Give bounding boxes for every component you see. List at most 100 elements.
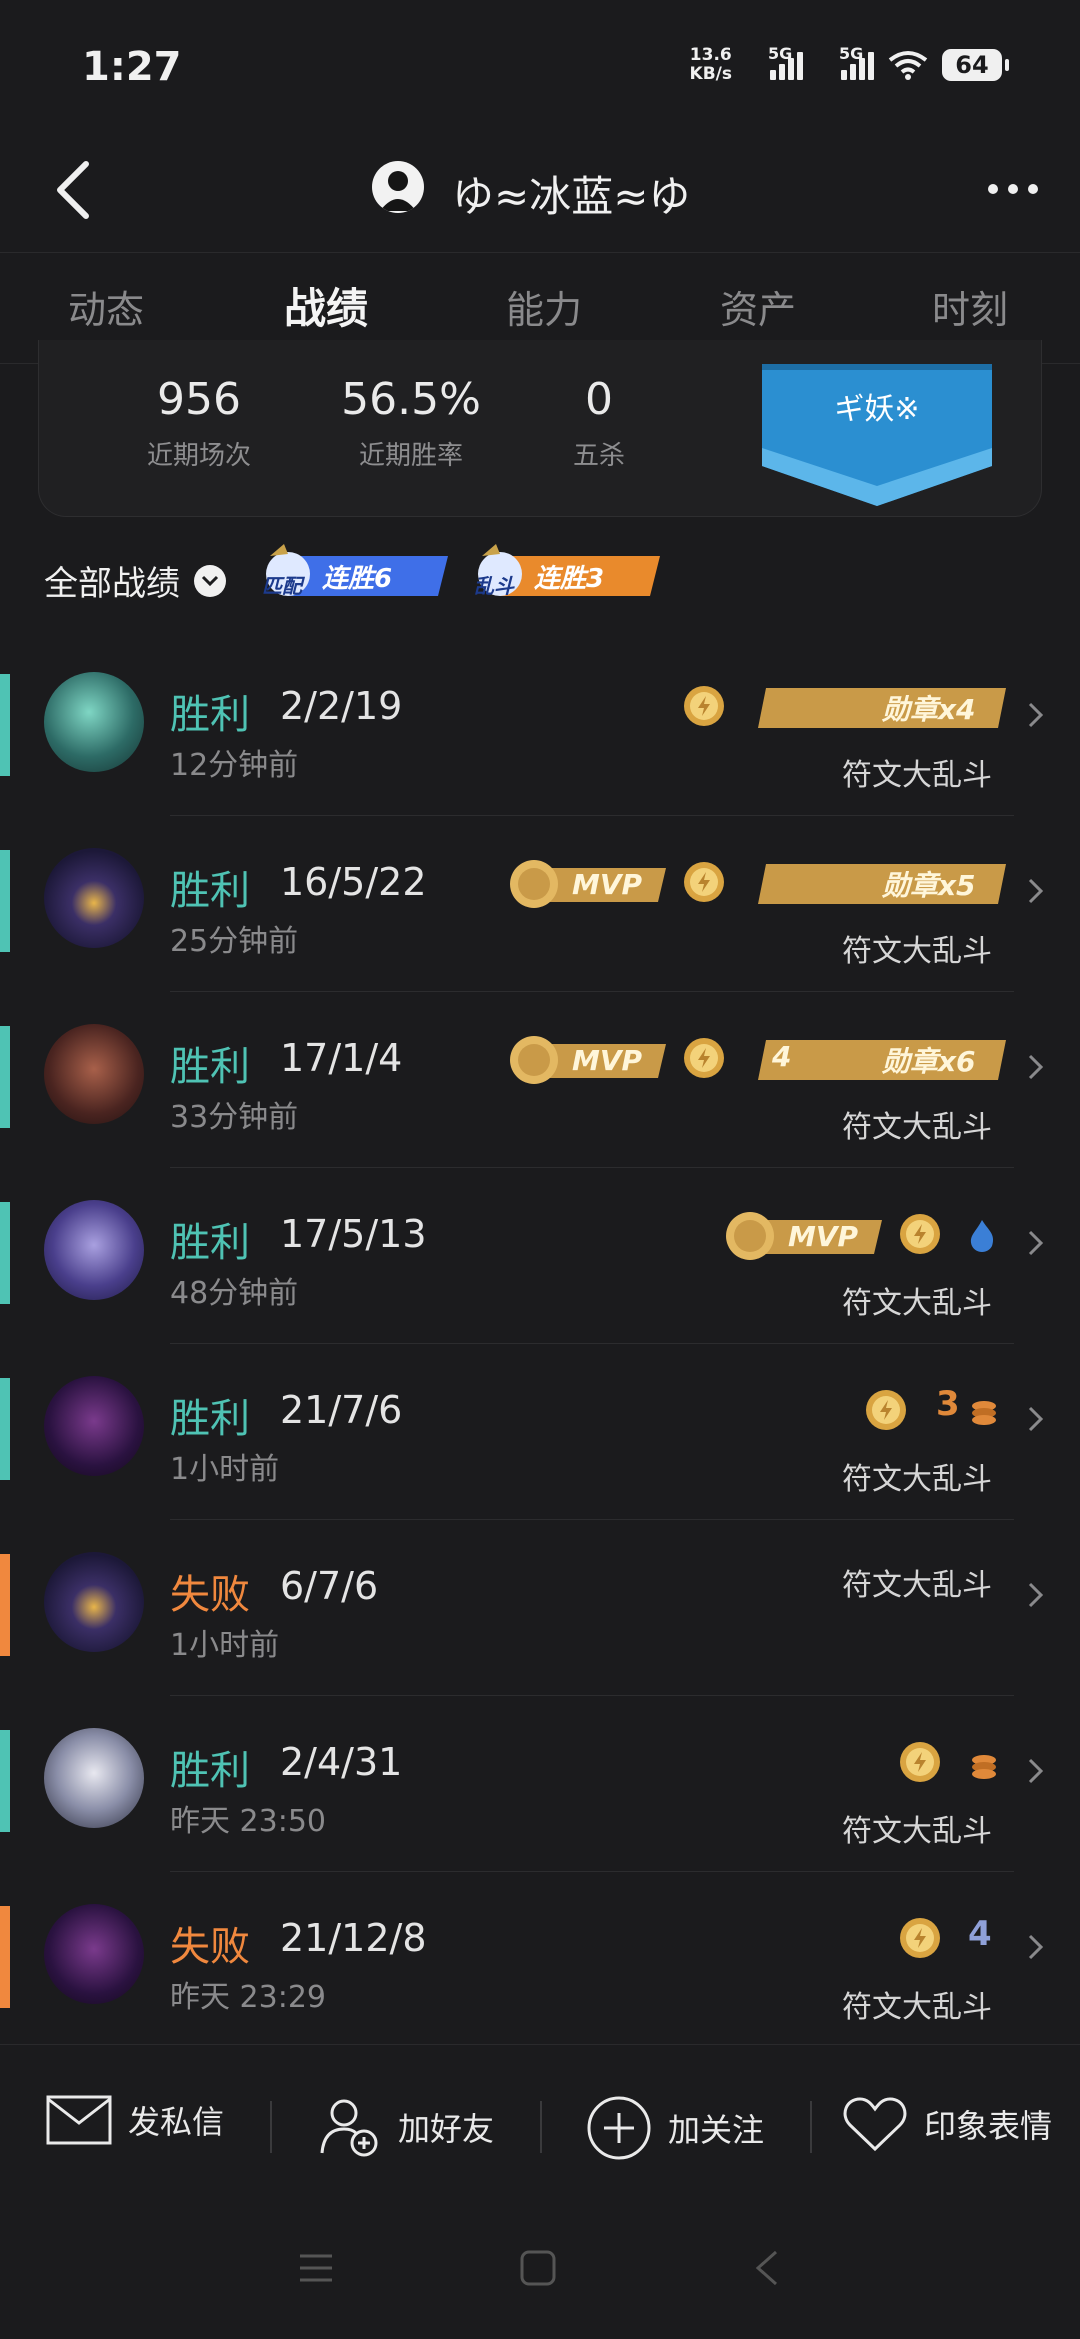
match-row[interactable]: 失败 6/7/6 1小时前 符文大乱斗 xyxy=(0,1520,1080,1696)
champion-avatar xyxy=(44,672,144,772)
gold-coin-icon xyxy=(684,686,724,726)
match-kda: 6/7/6 xyxy=(280,1564,379,1608)
wifi-icon xyxy=(888,51,928,80)
coin-stack-icon xyxy=(972,1755,996,1779)
tab-moments[interactable]: 时刻 xyxy=(932,279,1008,334)
follow-button[interactable]: 加关注 xyxy=(586,2095,764,2161)
add-friend-icon xyxy=(320,2099,378,2157)
medal-badge: 勋章x4 xyxy=(758,688,1006,728)
champion-avatar xyxy=(44,1728,144,1828)
match-time: 25分钟前 xyxy=(170,924,299,959)
match-result: 失败 xyxy=(170,1924,250,1970)
match-time: 48分钟前 xyxy=(170,1276,299,1311)
match-row[interactable]: 胜利 2/4/31 昨天 23:50 符文大乱斗 xyxy=(0,1696,1080,1872)
match-row[interactable]: 失败 21/12/8 昨天 23:29 4 符文大乱斗 xyxy=(0,1872,1080,2048)
back-icon[interactable] xyxy=(52,160,92,220)
page-title: ゆ≈冰蓝≈ゆ xyxy=(452,172,691,221)
match-kda: 2/4/31 xyxy=(280,1740,403,1784)
match-row[interactable]: 胜利 17/5/13 48分钟前 MVP 符文大乱斗 xyxy=(0,1168,1080,1344)
match-kda: 2/2/19 xyxy=(280,684,403,728)
chevron-down-icon xyxy=(194,564,226,597)
match-row[interactable]: 胜利 2/2/19 12分钟前 勋章x4 符文大乱斗 xyxy=(0,640,1080,816)
chevron-right-icon xyxy=(1028,1054,1044,1080)
gold-coin-icon xyxy=(900,1214,940,1254)
chevron-right-icon xyxy=(1028,1230,1044,1256)
avatar[interactable] xyxy=(372,161,424,213)
match-result: 胜利 xyxy=(170,1396,250,1442)
signal-icon: 5G xyxy=(768,44,803,80)
send-message-button[interactable]: 发私信 xyxy=(46,2095,224,2145)
match-result: 胜利 xyxy=(170,868,250,914)
match-mode: 符文大乱斗 xyxy=(842,1110,992,1145)
champion-avatar xyxy=(44,848,144,948)
menu-icon[interactable] xyxy=(296,2248,336,2288)
match-mode: 符文大乱斗 xyxy=(842,934,992,969)
match-mode: 符文大乱斗 xyxy=(842,758,992,793)
chevron-right-icon xyxy=(1028,878,1044,904)
mail-icon xyxy=(46,2095,112,2145)
tab-dynamics[interactable]: 动态 xyxy=(68,279,144,334)
medal-badge: 4 勋章x6 xyxy=(758,1040,1006,1080)
streak-count: 3 xyxy=(936,1384,960,1424)
mvp-badge: MVP xyxy=(504,1034,666,1086)
gold-coin-icon xyxy=(684,1038,724,1078)
medal-badge: 勋章x5 xyxy=(758,864,1006,904)
heart-icon xyxy=(843,2097,907,2152)
champion-avatar xyxy=(44,1024,144,1124)
result-indicator xyxy=(0,1730,10,1832)
match-row[interactable]: 胜利 21/7/6 1小时前 3 符文大乱斗 xyxy=(0,1344,1080,1520)
add-friend-button[interactable]: 加好友 xyxy=(318,2095,494,2159)
status-time: 1:27 xyxy=(82,44,182,90)
tab-ability[interactable]: 能力 xyxy=(506,279,582,334)
champion-avatar xyxy=(44,1376,144,1476)
tab-assets[interactable]: 资产 xyxy=(720,279,796,334)
mvp-badge: MVP xyxy=(504,858,666,910)
impression-emoji-button[interactable]: 印象表情 xyxy=(842,2095,1052,2153)
match-mode: 符文大乱斗 xyxy=(842,1990,992,2025)
match-result: 胜利 xyxy=(170,692,250,738)
match-kda: 17/1/4 xyxy=(280,1036,403,1080)
bottom-action-bar: 发私信 加好友 加关注 印象表情 xyxy=(0,2044,1080,2205)
match-result: 失败 xyxy=(170,1572,250,1618)
rank-banner-text: ギ妖※ xyxy=(834,392,920,427)
match-result: 胜利 xyxy=(170,1748,250,1794)
chevron-right-icon xyxy=(1028,1758,1044,1784)
match-row[interactable]: 胜利 17/1/4 33分钟前 MVP 4 勋章x6 符文大乱斗 xyxy=(0,992,1080,1168)
tab-record[interactable]: 战绩 xyxy=(284,275,368,336)
back-nav-icon[interactable] xyxy=(748,2248,788,2288)
stat-win-rate: 56.5% 近期胜率 xyxy=(341,374,481,471)
result-indicator xyxy=(0,1554,10,1656)
match-mode: 符文大乱斗 xyxy=(842,1462,992,1497)
match-kda: 21/12/8 xyxy=(280,1916,427,1960)
gold-coin-icon xyxy=(866,1390,906,1430)
result-indicator xyxy=(0,1906,10,2008)
match-row[interactable]: 胜利 16/5/22 25分钟前 MVP 勋章x5 符文大乱斗 xyxy=(0,816,1080,992)
stat-pentakills: 0 五杀 xyxy=(572,374,625,471)
result-indicator xyxy=(0,674,10,776)
match-time: 1小时前 xyxy=(170,1628,280,1663)
match-kda: 16/5/22 xyxy=(280,860,427,904)
gold-coin-icon xyxy=(684,862,724,902)
match-time: 昨天 23:29 xyxy=(170,1980,326,2015)
match-time: 33分钟前 xyxy=(170,1100,299,1135)
gold-coin-icon xyxy=(900,1918,940,1958)
chevron-right-icon xyxy=(1028,1406,1044,1432)
signal-icon: 5G xyxy=(839,44,874,80)
home-icon[interactable] xyxy=(518,2248,558,2288)
result-indicator xyxy=(0,1378,10,1480)
match-result: 胜利 xyxy=(170,1044,250,1090)
coin-stack-icon xyxy=(972,1401,996,1425)
match-kda: 17/5/13 xyxy=(280,1212,427,1256)
more-icon[interactable] xyxy=(988,184,1038,194)
streak-badge-brawl: 乱斗 连胜3 xyxy=(470,540,660,600)
network-speed: 13.6 KB/s xyxy=(689,45,732,84)
battery-icon: 64 xyxy=(942,49,1009,81)
plus-circle-icon xyxy=(587,2096,651,2160)
streak-count: 4 xyxy=(968,1914,992,1954)
chevron-right-icon xyxy=(1028,1934,1044,1960)
match-time: 1小时前 xyxy=(170,1452,280,1487)
record-filter[interactable]: 全部战绩 xyxy=(44,556,226,605)
streak-badge-match: 匹配 连胜6 xyxy=(258,540,448,600)
match-mode: 符文大乱斗 xyxy=(842,1568,992,1603)
flame-icon xyxy=(970,1220,994,1252)
